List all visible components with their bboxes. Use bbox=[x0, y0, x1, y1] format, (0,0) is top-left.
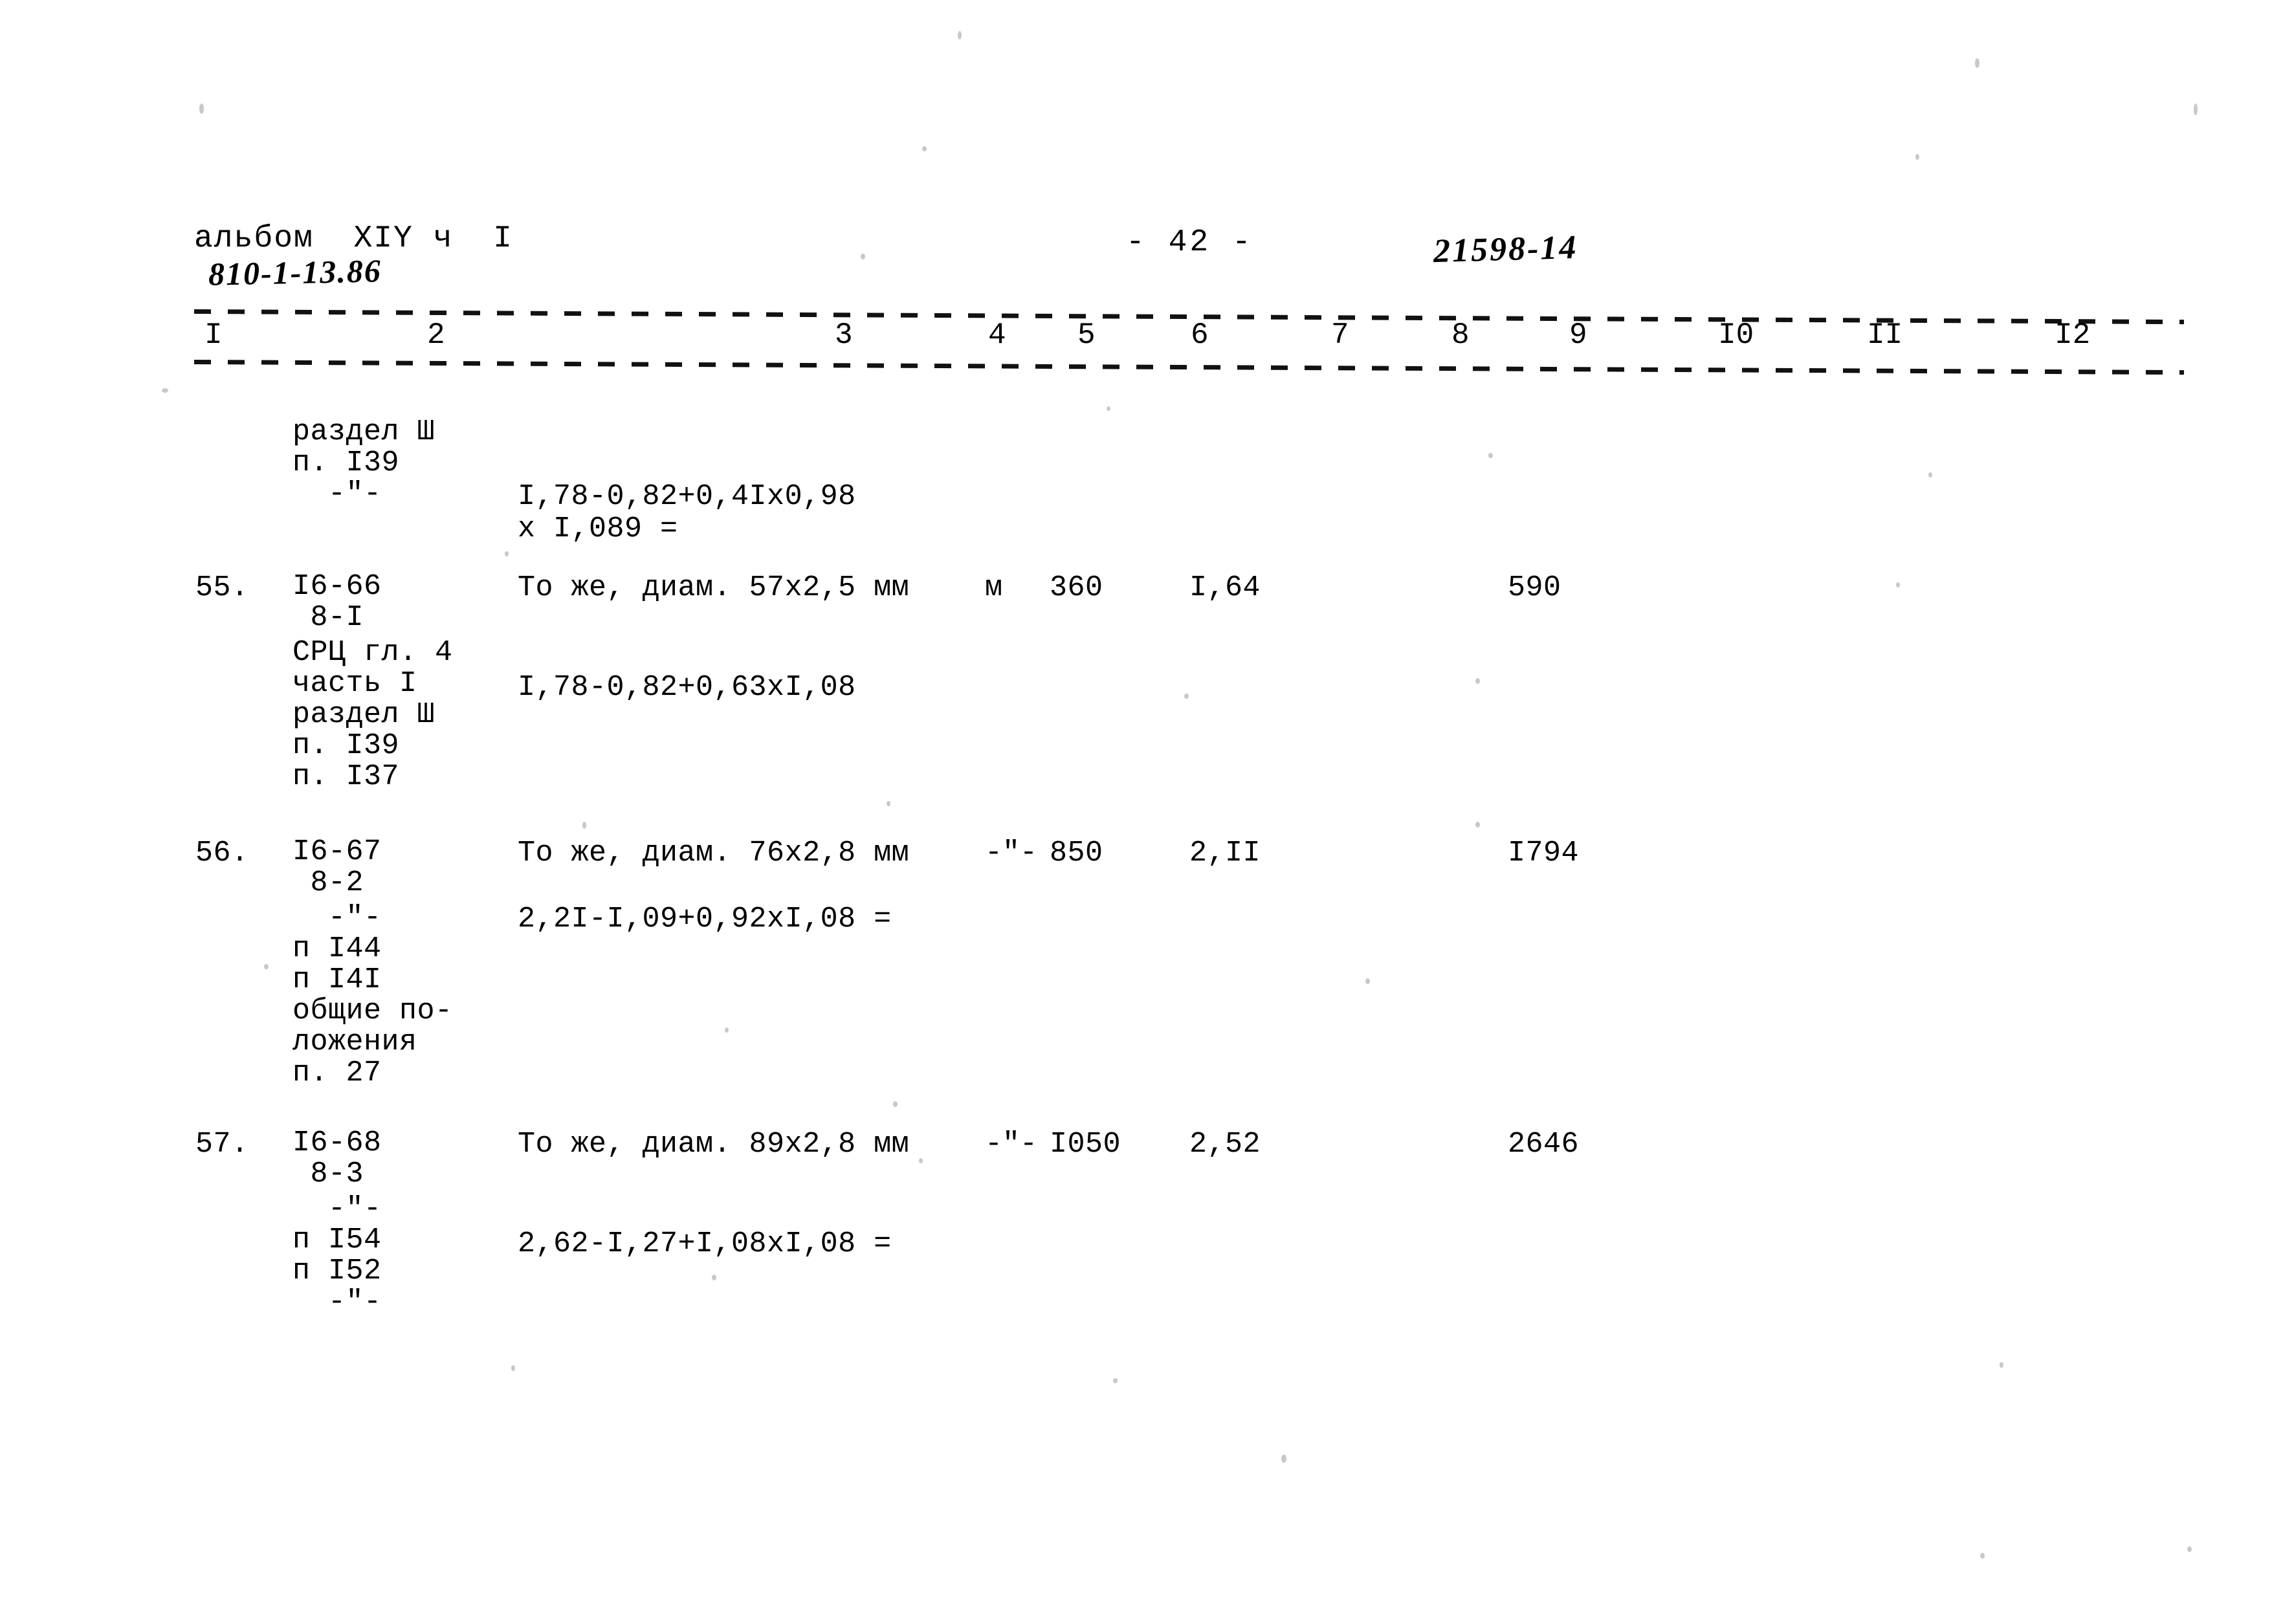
document-page: альбом XIY ч I 810-1-13.86 - 42 - 21598-… bbox=[0, 0, 2283, 1624]
scan-speck bbox=[893, 1101, 898, 1107]
row-quantity: 360 bbox=[1050, 571, 1103, 604]
scan-speck bbox=[2187, 1546, 2192, 1552]
album-label: альбом XIY ч I bbox=[194, 221, 513, 256]
row-quantity: 850 bbox=[1050, 837, 1103, 870]
column-number-10: I0 bbox=[1718, 318, 1754, 352]
row-unit: -"- bbox=[985, 837, 1038, 870]
scan-speck bbox=[2000, 1362, 2003, 1368]
scan-speck bbox=[887, 801, 890, 806]
scan-speck bbox=[162, 388, 168, 393]
row-refs: СРЦ гл. 4 часть I раздел Ш п. I39 п. I37 bbox=[292, 636, 453, 793]
column-number-8: 8 bbox=[1451, 318, 1470, 352]
scan-speck bbox=[264, 964, 269, 969]
scan-speck bbox=[1975, 58, 1980, 68]
row-quantity: I050 bbox=[1050, 1128, 1121, 1161]
column-number-3: 3 bbox=[835, 318, 853, 352]
row-code: I6-66 8-I bbox=[292, 570, 382, 634]
row-code: I6-68 8-3 bbox=[292, 1126, 382, 1191]
scan-speck bbox=[1896, 582, 1900, 587]
row-price: 2,52 bbox=[1189, 1128, 1261, 1161]
scan-speck bbox=[1281, 1454, 1286, 1463]
row-total: 590 bbox=[1508, 571, 1561, 604]
row-formula: 2,2I-I,09+0,92хI,08 = bbox=[518, 903, 892, 936]
row-formula: 2,62-I,27+I,08хI,08 = bbox=[518, 1227, 892, 1260]
row-price: 2,II bbox=[1189, 837, 1261, 870]
scan-speck bbox=[505, 551, 509, 556]
table-rule-bottom bbox=[193, 360, 2184, 375]
project-code-handwritten: 810-1-13.86 bbox=[208, 252, 382, 292]
row-code: I6-67 8-2 bbox=[292, 835, 382, 899]
scan-speck bbox=[712, 1275, 716, 1280]
scan-speck bbox=[2194, 104, 2198, 115]
column-number-11: II bbox=[1867, 318, 1903, 352]
row-number: 57. bbox=[195, 1128, 249, 1161]
continuation-formula-line-2: x I,089 = bbox=[518, 512, 678, 545]
scan-speck bbox=[511, 1365, 515, 1371]
scan-speck bbox=[199, 104, 204, 114]
column-number-4: 4 bbox=[988, 318, 1006, 352]
scan-speck bbox=[1365, 978, 1370, 984]
scan-speck bbox=[1488, 453, 1493, 458]
scan-speck bbox=[1915, 154, 1919, 160]
row-refs: -"- п I54 п I52 -"- bbox=[292, 1192, 382, 1319]
row-description: То же, диам. 76х2,8 мм bbox=[518, 837, 910, 870]
scan-speck bbox=[1928, 472, 1932, 477]
scan-speck bbox=[861, 254, 865, 259]
archive-stamp-handwritten: 21598-14 bbox=[1433, 228, 1579, 270]
column-number-12: I2 bbox=[2055, 318, 2091, 352]
scan-speck bbox=[958, 31, 962, 39]
row-number: 56. bbox=[195, 837, 249, 870]
row-description: То же, диам. 57х2,5 мм bbox=[518, 571, 910, 604]
column-number-2: 2 bbox=[427, 318, 445, 352]
scan-speck bbox=[922, 146, 927, 151]
row-unit: м bbox=[985, 571, 1003, 604]
column-number-5: 5 bbox=[1077, 318, 1096, 352]
column-number-9: 9 bbox=[1569, 318, 1587, 352]
row-description: То же, диам. 89х2,8 мм bbox=[518, 1128, 910, 1161]
scan-speck bbox=[725, 1027, 729, 1033]
row-total: I794 bbox=[1508, 837, 1580, 870]
scan-speck bbox=[1475, 678, 1480, 684]
continuation-formula-line-1: I,78-0,82+0,4Ix0,98 bbox=[518, 480, 856, 513]
scan-speck bbox=[919, 1158, 923, 1163]
scan-speck bbox=[1113, 1378, 1118, 1383]
scan-speck bbox=[582, 822, 586, 829]
page-number: - 42 - bbox=[1126, 225, 1253, 260]
column-number-7: 7 bbox=[1331, 318, 1349, 352]
dashed-line bbox=[193, 360, 2184, 375]
scan-speck bbox=[1184, 694, 1189, 699]
scan-speck bbox=[1980, 1553, 1985, 1559]
row-number: 55. bbox=[195, 571, 249, 604]
continuation-refs: раздел Ш п. I39 -"- bbox=[292, 415, 436, 510]
row-unit: -"- bbox=[985, 1128, 1038, 1161]
column-number-6: 6 bbox=[1191, 318, 1209, 352]
scan-speck bbox=[1107, 406, 1110, 411]
row-refs: -"- п I44 п I4I общие по- ложения п. 27 bbox=[292, 901, 453, 1090]
row-price: I,64 bbox=[1189, 571, 1261, 604]
scan-speck bbox=[1475, 822, 1480, 828]
row-formula: I,78-0,82+0,63хI,08 bbox=[518, 671, 856, 704]
column-number-1: I bbox=[204, 318, 223, 352]
row-total: 2646 bbox=[1508, 1128, 1580, 1161]
